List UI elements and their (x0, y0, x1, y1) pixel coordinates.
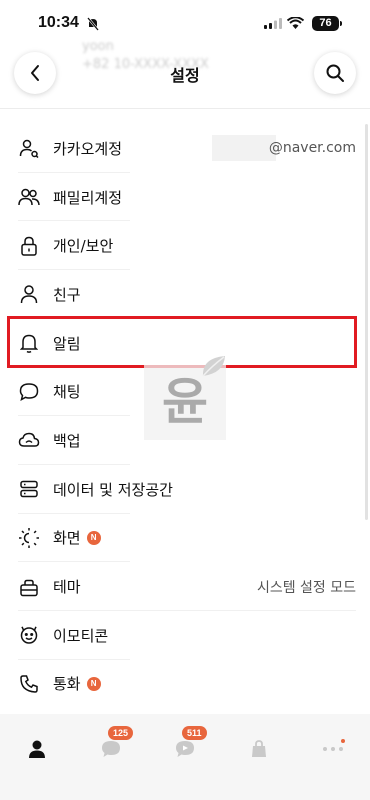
highlight-box-notifications (7, 316, 357, 368)
new-dot (341, 739, 345, 743)
phone-icon (18, 673, 40, 695)
scrollbar[interactable] (365, 124, 368, 520)
theme-value: 시스템 설정 모드 (256, 579, 356, 596)
search-icon (326, 64, 344, 82)
account-icon (18, 137, 40, 159)
menu-item-calls[interactable]: 통화 N (0, 660, 370, 709)
lock-icon (18, 235, 40, 257)
chat-bubble-icon (18, 381, 40, 403)
bell-off-icon (87, 17, 99, 31)
cloud-icon (18, 429, 40, 451)
new-badge: N (86, 676, 101, 691)
tab-shopping[interactable] (244, 734, 274, 764)
leaf-watermark-icon (202, 356, 225, 377)
search-button[interactable] (314, 52, 356, 94)
cellular-signal-icon (264, 18, 282, 29)
battery-indicator: 76 (312, 16, 342, 31)
family-icon (18, 186, 40, 208)
wifi-icon (287, 17, 304, 29)
menu-item-display[interactable]: 화면 N (0, 514, 370, 563)
openchat-icon (176, 741, 194, 757)
bottom-tab-bar: 125 511 (0, 714, 370, 800)
menu-item-data-storage[interactable]: 데이터 및 저장공간 (0, 465, 370, 514)
menu-item-theme[interactable]: 테마 시스템 설정 모드 (0, 562, 370, 611)
openchat-unread-badge: 511 (182, 726, 207, 740)
menu-item-family-account[interactable]: 패밀리계정 (0, 173, 370, 222)
person-filled-icon (29, 740, 45, 758)
redacted-email-block (212, 135, 276, 162)
tab-friends[interactable] (22, 734, 52, 764)
storage-icon (18, 478, 40, 500)
more-dots-icon (323, 747, 343, 751)
menu-item-friends[interactable]: 친구 (0, 270, 370, 319)
brightness-icon (18, 527, 40, 549)
menu-item-kakao-account[interactable]: 카카오계정 @naver.com (0, 124, 370, 173)
tab-openchat[interactable]: 511 (170, 726, 207, 764)
person-icon (18, 283, 40, 305)
header-divider (0, 108, 370, 109)
chat-bubble-filled-icon (102, 741, 120, 757)
menu-item-emoticons[interactable]: 이모티콘 (0, 611, 370, 660)
menu-item-privacy-security[interactable]: 개인/보안 (0, 221, 370, 271)
shopping-bag-icon (252, 740, 266, 757)
new-badge: N (86, 530, 101, 545)
tab-chats[interactable]: 125 (96, 726, 134, 764)
clock: 10:34 (38, 14, 79, 31)
emoticon-icon (18, 624, 40, 646)
account-email: @naver.com (268, 140, 356, 157)
chats-unread-badge: 125 (108, 726, 134, 740)
theme-icon (18, 576, 40, 598)
header: yoon +82 10-XXXX-XXXX 설정 (0, 39, 370, 102)
tab-more[interactable] (318, 734, 348, 764)
